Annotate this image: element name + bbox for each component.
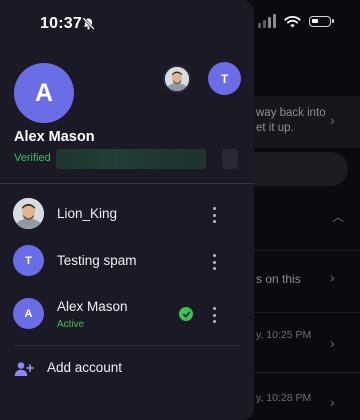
bell-off-icon: [82, 17, 95, 30]
account-row-testing-spam[interactable]: T Testing spam: [0, 239, 254, 283]
divider: [238, 312, 360, 313]
divider: [238, 372, 360, 373]
divider: [14, 345, 240, 346]
chevron-up-icon: ︿: [332, 210, 345, 224]
more-options-icon[interactable]: [208, 254, 220, 270]
chevron-right-icon: ›: [330, 335, 335, 351]
add-account-label: Add account: [47, 360, 123, 375]
divider: [0, 183, 254, 184]
profile-avatar[interactable]: A: [14, 63, 74, 123]
cellular-signal-icon: [258, 14, 276, 28]
status-icons: [258, 14, 334, 28]
checkmark-icon: [179, 307, 193, 321]
switch-account-photo-avatar[interactable]: [163, 65, 191, 93]
person-photo-icon: [13, 198, 44, 229]
account-photo-avatar: [13, 198, 44, 229]
background-list-text: s on this: [256, 272, 301, 286]
account-avatar: T: [13, 245, 44, 276]
battery-icon: [309, 15, 334, 27]
chevron-right-icon: ›: [330, 269, 335, 285]
account-name: Lion_King: [57, 206, 118, 221]
add-person-icon: [14, 362, 34, 376]
account-name: Testing spam: [57, 253, 137, 268]
add-account-button[interactable]: Add account: [0, 355, 254, 383]
wifi-icon: [284, 15, 301, 27]
switch-account-avatar-t[interactable]: T: [208, 62, 241, 95]
redacted-info: [222, 149, 238, 169]
account-row-lion-king[interactable]: Lion_King: [0, 192, 254, 236]
more-options-icon[interactable]: [208, 207, 220, 223]
active-status: Active: [57, 319, 85, 330]
background-timestamp: y, 10:28 PM: [256, 392, 312, 404]
verified-label: Verified: [14, 152, 51, 164]
status-time: 10:37: [40, 15, 82, 32]
background-timestamp: y, 10:25 PM: [256, 329, 312, 341]
background-banner-text-2: et it up.: [256, 122, 294, 134]
redacted-info: [56, 149, 206, 169]
background-banner-text-1: way back into: [256, 107, 326, 119]
chevron-right-icon: ›: [330, 112, 335, 128]
account-row-alex-mason[interactable]: A Alex Mason Active: [0, 292, 254, 336]
divider: [238, 250, 360, 251]
account-drawer: 10:37 A T Alex Mason Verified Lion_King …: [0, 0, 254, 420]
chevron-right-icon: ›: [330, 394, 335, 410]
account-name: Alex Mason: [57, 299, 128, 314]
account-avatar: A: [13, 298, 44, 329]
background-search-pill[interactable]: [240, 152, 348, 186]
profile-name: Alex Mason: [14, 129, 95, 145]
person-photo-icon: [165, 67, 189, 91]
more-options-icon[interactable]: [208, 307, 220, 323]
